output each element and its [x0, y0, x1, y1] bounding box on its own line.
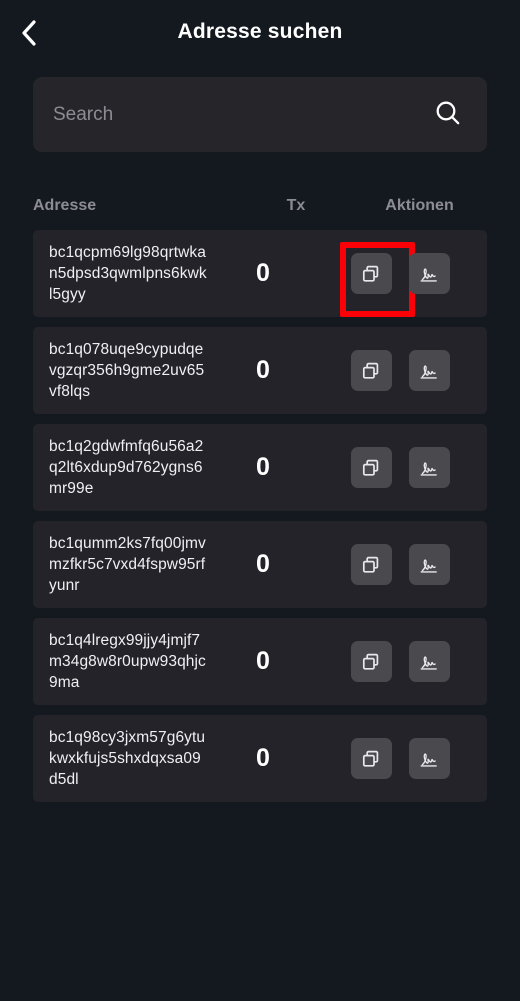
- signature-icon: [417, 264, 441, 284]
- tx-count: 0: [256, 356, 270, 384]
- search-icon: [433, 98, 463, 131]
- table-row: bc1q078uqe9cypudqevgzqr356h9gme2uv65vf8l…: [33, 327, 487, 414]
- address-text: bc1q2gdwfmfq6u56a2q2lt6xdup9d762ygns6mr9…: [49, 438, 204, 497]
- signature-icon: [417, 652, 441, 672]
- tx-count: 0: [256, 453, 270, 481]
- sign-message-button[interactable]: [408, 641, 450, 682]
- copy-icon: [361, 749, 381, 769]
- tx-count: 0: [256, 744, 270, 772]
- table-row: bc1q2gdwfmfq6u56a2q2lt6xdup9d762ygns6mr9…: [33, 424, 487, 511]
- signature-icon: [417, 458, 441, 478]
- copy-icon: [361, 264, 381, 284]
- app-header: Adresse suchen: [0, 0, 520, 62]
- table-row: bc1qcpm69lg98qrtwkan5dpsd3qwmlpns6kwkl5g…: [33, 230, 487, 317]
- column-header-tx: Tx: [286, 197, 306, 214]
- copy-address-button[interactable]: [350, 544, 392, 585]
- table-row: bc1q98cy3jxm57g6ytukwxkfujs5shxdqxsa09d5…: [33, 715, 487, 802]
- copy-icon: [361, 555, 381, 575]
- copy-address-button[interactable]: [350, 641, 392, 682]
- page-title: Adresse suchen: [177, 19, 343, 43]
- copy-address-button[interactable]: [350, 447, 392, 488]
- copy-address-button[interactable]: [339, 242, 415, 317]
- row-actions: [319, 738, 487, 779]
- address-row-list: bc1qcpm69lg98qrtwkan5dpsd3qwmlpns6kwkl5g…: [0, 226, 520, 802]
- signature-icon: [417, 749, 441, 769]
- row-actions: [319, 641, 487, 682]
- column-header-address: Adresse: [33, 197, 97, 214]
- copy-icon: [361, 361, 381, 381]
- row-actions: [319, 447, 487, 488]
- address-text: bc1qcpm69lg98qrtwkan5dpsd3qwmlpns6kwkl5g…: [49, 244, 207, 303]
- address-text: bc1q078uqe9cypudqevgzqr356h9gme2uv65vf8l…: [49, 341, 205, 400]
- row-actions: [319, 350, 487, 391]
- address-text: bc1q4lregx99jjy4jmjf7m34g8w8r0upw93qhjc9…: [49, 632, 206, 691]
- sign-message-button[interactable]: [408, 350, 450, 391]
- address-text: bc1qumm2ks7fq00jmvmzfkr5c7vxd4fspw95rfyu…: [49, 535, 206, 594]
- row-actions: [319, 242, 487, 317]
- address-text: bc1q98cy3jxm57g6ytukwxkfujs5shxdqxsa09d5…: [49, 729, 206, 788]
- tx-count: 0: [256, 259, 270, 287]
- search-input[interactable]: [53, 103, 431, 126]
- search-button[interactable]: [431, 98, 465, 132]
- signature-icon: [417, 361, 441, 381]
- chevron-left-icon: [17, 18, 39, 48]
- sign-message-button[interactable]: [408, 447, 450, 488]
- copy-icon: [361, 458, 381, 478]
- copy-icon: [361, 652, 381, 672]
- copy-address-button[interactable]: [350, 738, 392, 779]
- sign-message-button[interactable]: [408, 738, 450, 779]
- search-bar[interactable]: [33, 77, 487, 152]
- table-header-row: Adresse Tx Aktionen: [0, 186, 520, 226]
- table-row: bc1q4lregx99jjy4jmjf7m34g8w8r0upw93qhjc9…: [33, 618, 487, 705]
- copy-address-button[interactable]: [350, 350, 392, 391]
- table-row: bc1qumm2ks7fq00jmvmzfkr5c7vxd4fspw95rfyu…: [33, 521, 487, 608]
- address-table: Adresse Tx Aktionen bc1qcpm69lg98qrtwkan…: [0, 186, 520, 802]
- back-button[interactable]: [8, 13, 48, 53]
- address-search-screen: Adresse suchen Adresse Tx Aktionen bc1qc…: [0, 0, 520, 1001]
- tx-count: 0: [256, 647, 270, 675]
- row-actions: [319, 544, 487, 585]
- sign-message-button[interactable]: [408, 253, 450, 294]
- sign-message-button[interactable]: [408, 544, 450, 585]
- signature-icon: [417, 555, 441, 575]
- tx-count: 0: [256, 550, 270, 578]
- column-header-actions: Aktionen: [385, 197, 454, 214]
